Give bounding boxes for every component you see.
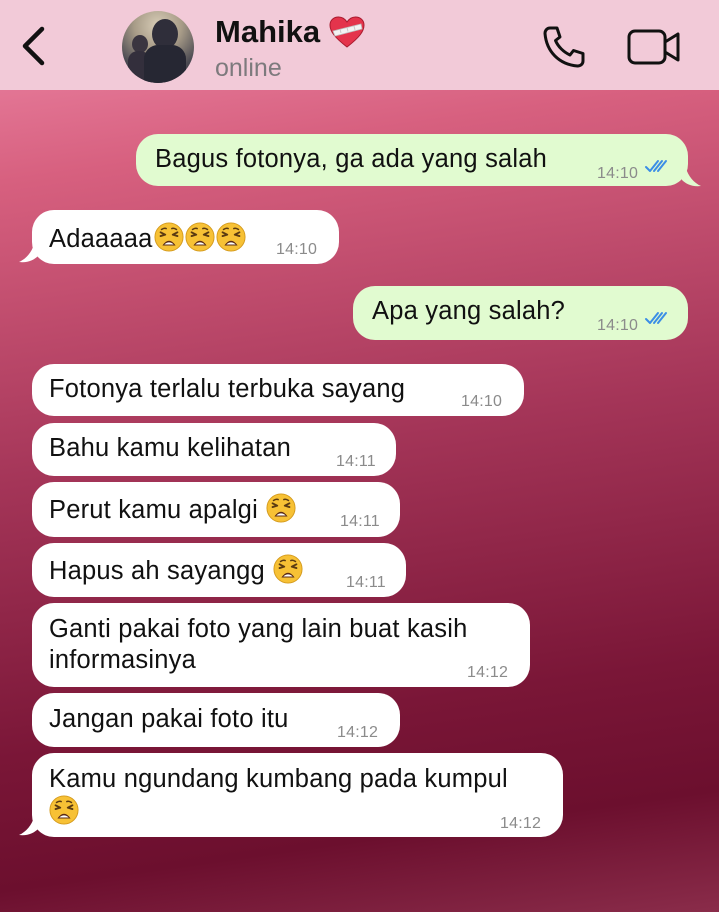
message-time: 14:11	[346, 574, 386, 591]
contact-name: Mahika	[215, 14, 321, 49]
chat-header: Mahika online	[0, 0, 719, 90]
message-time: 14:10	[276, 241, 318, 258]
message-text-content: Hapus ah sayangg	[49, 557, 265, 585]
voice-call-button[interactable]	[541, 24, 587, 70]
chevron-left-icon	[22, 26, 45, 66]
tired-face-emoji-icon	[49, 795, 79, 825]
message-bubble-incoming[interactable]: Fotonya terlalu terbuka sayang 14:10	[32, 364, 524, 416]
message-time: 14:12	[337, 724, 379, 741]
video-call-button[interactable]	[626, 26, 682, 68]
message-text: Hapus ah sayangg	[49, 554, 303, 587]
tired-face-emoji-icon	[154, 222, 184, 252]
tired-face-emoji-icon	[216, 222, 246, 252]
mending-heart-icon	[329, 16, 365, 48]
bubble-tail	[19, 817, 38, 836]
message-text: Kamu ngundang kumbang pada kumpul	[49, 765, 508, 793]
message-bubble-incoming[interactable]: Kamu ngundang kumbang pada kumpul 14:12	[32, 753, 563, 837]
message-text-content: Adaaaaa	[49, 225, 153, 253]
message-bubble-incoming[interactable]: Jangan pakai foto itu 14:12	[32, 693, 400, 747]
read-receipt-icon	[644, 310, 670, 326]
message-text-line2: informasinya	[49, 646, 196, 674]
tired-face-emoji-icon	[266, 493, 296, 523]
tired-face-emoji-icon	[185, 222, 215, 252]
message-time: 14:12	[467, 664, 509, 681]
read-receipt-icon	[644, 158, 670, 174]
message-text: Perut kamu apalgi	[49, 493, 296, 526]
message-time: 14:10	[461, 393, 503, 410]
message-bubble-outgoing[interactable]: Bagus fotonya, ga ada yang salah 14:10	[136, 134, 688, 186]
message-time: 14:10	[597, 317, 639, 334]
message-bubble-incoming[interactable]: Adaaaaa 14:10	[32, 210, 339, 264]
bubble-tail	[682, 168, 701, 187]
tired-face-emoji-icon	[273, 554, 303, 584]
back-button[interactable]	[16, 24, 50, 68]
message-text-content: Perut kamu apalgi	[49, 496, 258, 524]
message-time: 14:11	[336, 453, 376, 470]
message-text: Fotonya terlalu terbuka sayang	[49, 375, 406, 403]
message-bubble-outgoing[interactable]: Apa yang salah? 14:10	[353, 286, 688, 340]
message-bubble-incoming[interactable]: Bahu kamu kelihatan 14:11	[32, 423, 396, 476]
contact-avatar[interactable]	[122, 11, 194, 83]
message-text-line1: Ganti pakai foto yang lain buat kasih	[49, 615, 468, 643]
message-bubble-incoming[interactable]: Ganti pakai foto yang lain buat kasih in…	[32, 603, 530, 687]
message-time: 14:10	[597, 165, 639, 182]
message-bubble-incoming[interactable]: Hapus ah sayangg 14:11	[32, 543, 406, 597]
phone-icon	[543, 26, 585, 68]
message-bubble-incoming[interactable]: Perut kamu apalgi 14:11	[32, 482, 400, 537]
contact-name-row[interactable]: Mahika	[215, 14, 366, 50]
message-time: 14:12	[500, 815, 542, 832]
video-camera-icon	[627, 29, 680, 65]
message-time: 14:11	[340, 513, 380, 530]
message-text: Bahu kamu kelihatan	[49, 434, 291, 462]
message-text: Jangan pakai foto itu	[49, 705, 289, 733]
contact-status: online	[215, 54, 282, 82]
message-text: Adaaaaa	[49, 222, 246, 255]
bubble-tail	[19, 244, 38, 263]
message-text: Bagus fotonya, ga ada yang salah	[155, 145, 548, 173]
message-text: Apa yang salah?	[372, 297, 565, 325]
